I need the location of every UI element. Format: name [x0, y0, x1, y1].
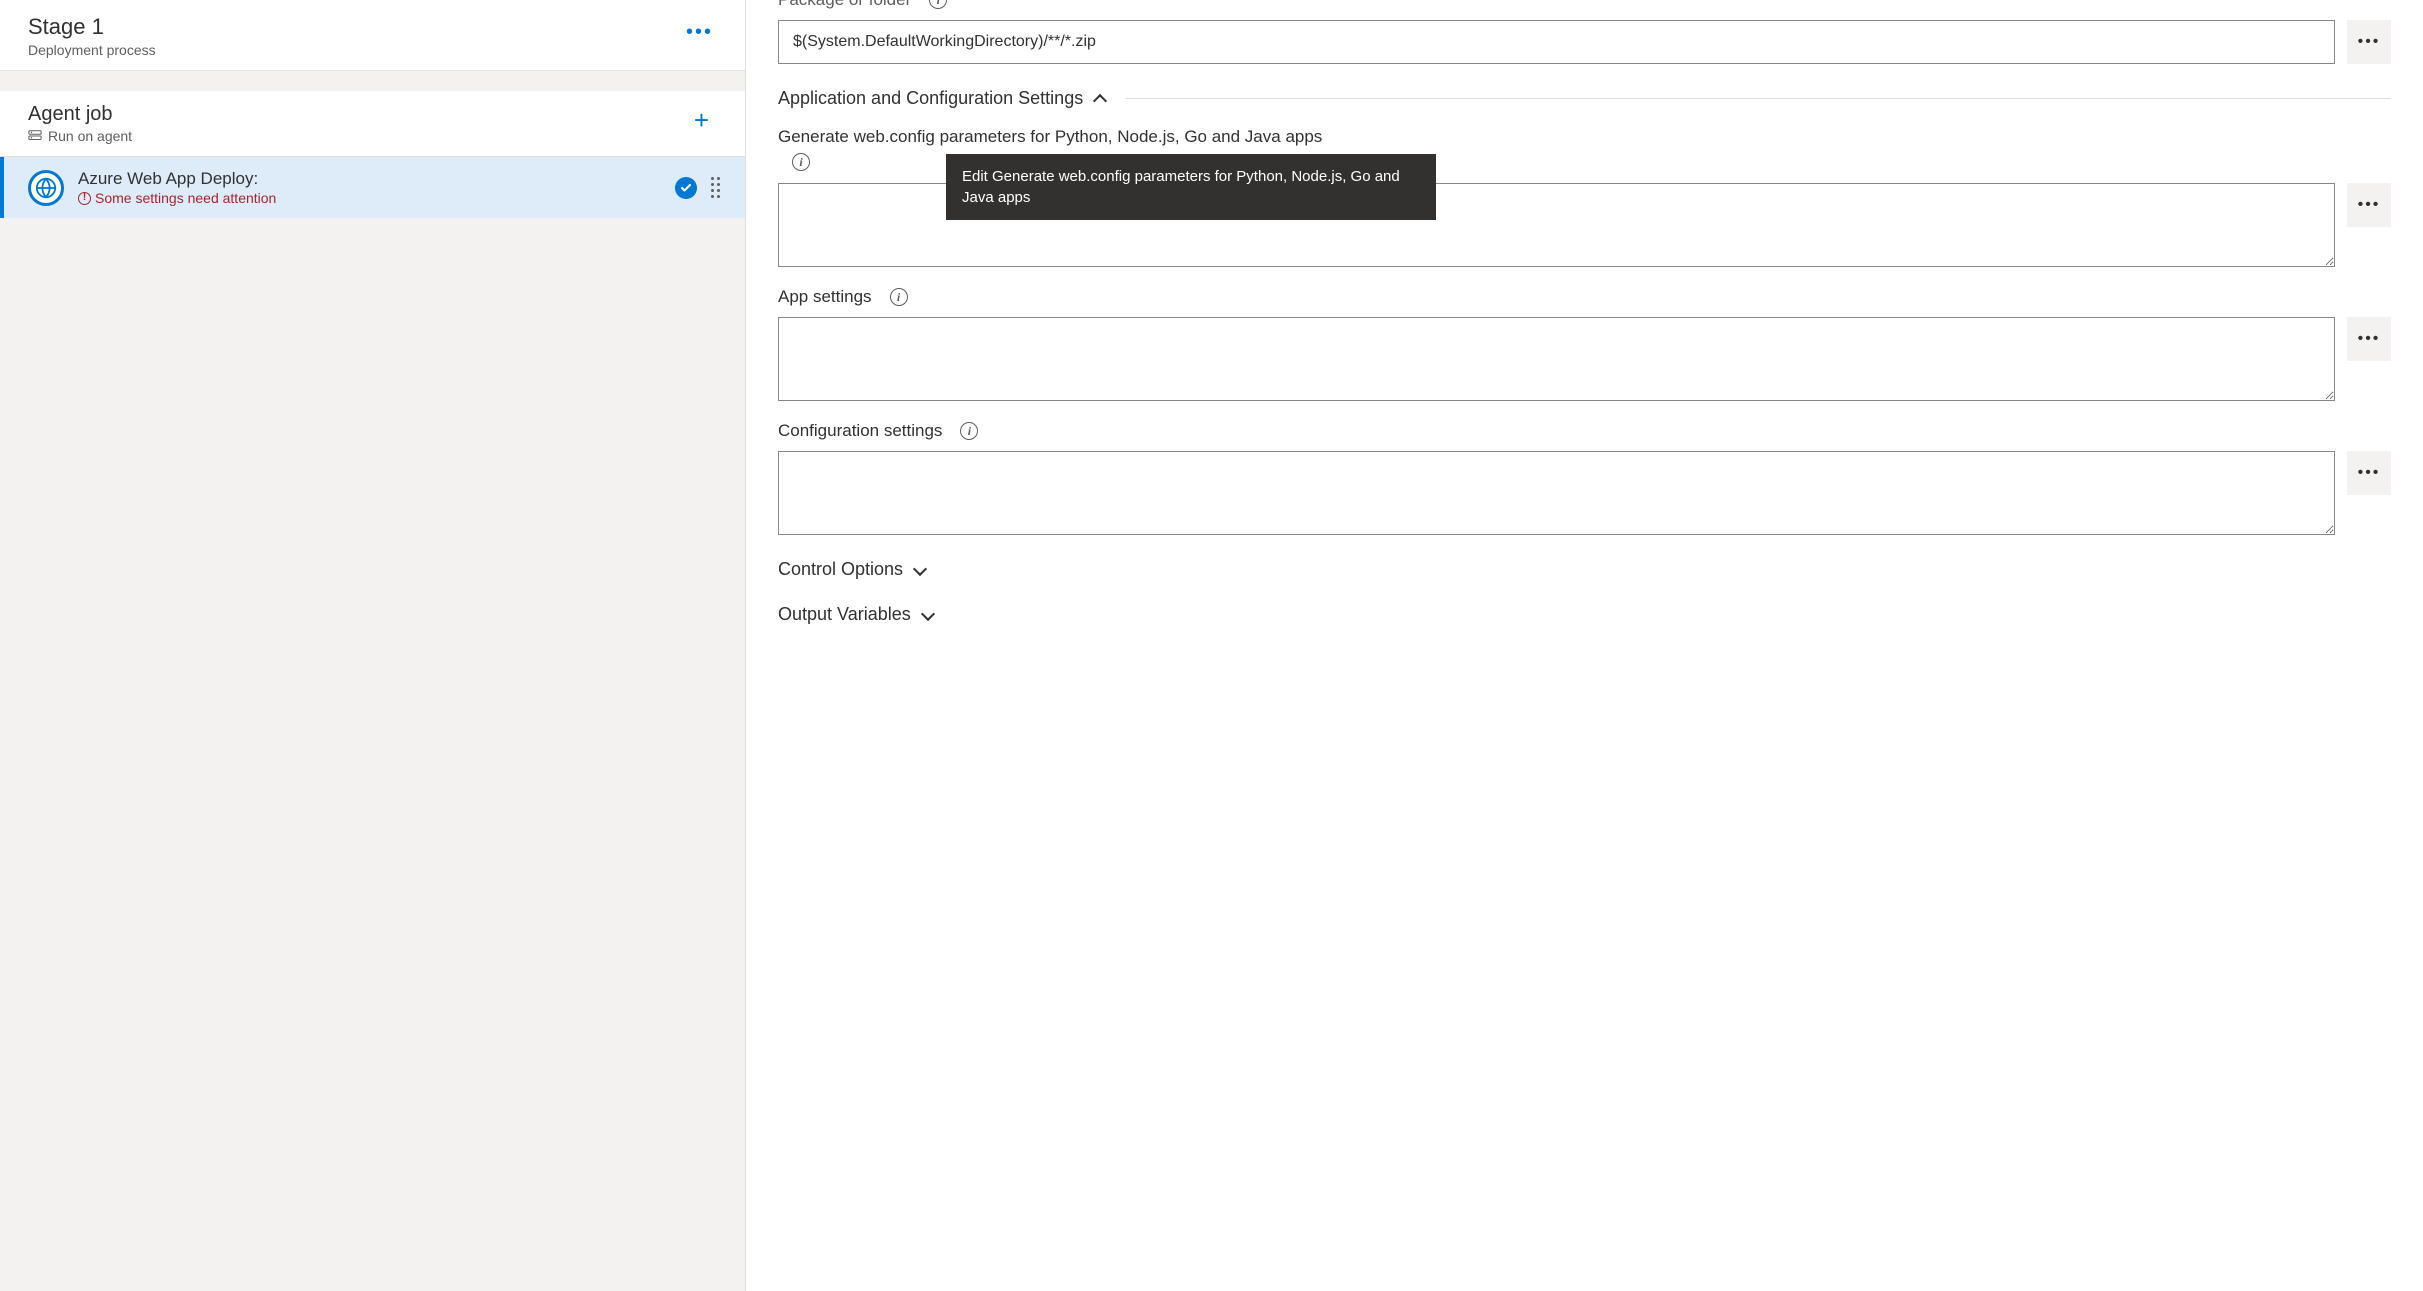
stage-header: Stage 1 Deployment process ••• — [0, 0, 745, 71]
add-task-button[interactable]: + — [686, 103, 717, 137]
config-settings-edit-button[interactable]: ••• — [2347, 451, 2391, 495]
warning-icon: ! — [78, 192, 91, 205]
server-icon — [28, 129, 42, 143]
task-selected-icon — [675, 177, 697, 199]
drag-handle-icon[interactable] — [711, 177, 725, 198]
package-browse-button[interactable]: ••• — [2347, 20, 2391, 64]
chevron-up-icon — [1093, 93, 1107, 107]
info-icon[interactable]: i — [890, 288, 908, 306]
package-folder-input[interactable] — [778, 20, 2335, 64]
package-folder-label: Package or folder i — [778, 0, 2391, 10]
task-warning: ! Some settings need attention — [78, 190, 661, 206]
output-variables-section-header[interactable]: Output Variables — [778, 604, 2391, 625]
app-settings-edit-button[interactable]: ••• — [2347, 317, 2391, 361]
agent-job-row[interactable]: Agent job Run on agent + — [0, 91, 745, 157]
stage-more-menu[interactable]: ••• — [682, 14, 717, 50]
agent-job-subtitle-text: Run on agent — [48, 128, 132, 144]
stage-subtitle: Deployment process — [28, 42, 156, 58]
gen-webconfig-label: Generate web.config parameters for Pytho… — [778, 127, 2391, 147]
info-icon[interactable]: i — [929, 0, 947, 9]
task-item[interactable]: Azure Web App Deploy: ! Some settings ne… — [0, 157, 745, 218]
app-config-section-header[interactable]: Application and Configuration Settings — [778, 88, 2391, 109]
stage-title: Stage 1 — [28, 14, 156, 40]
chevron-down-icon — [921, 606, 935, 620]
config-settings-input[interactable] — [778, 451, 2335, 535]
info-icon[interactable]: i — [792, 153, 810, 171]
control-options-section-header[interactable]: Control Options — [778, 559, 2391, 580]
gen-webconfig-edit-button[interactable]: ••• — [2347, 183, 2391, 227]
left-panel: Stage 1 Deployment process ••• Agent job… — [0, 0, 746, 1291]
task-title: Azure Web App Deploy: — [78, 169, 661, 189]
info-icon[interactable]: i — [960, 422, 978, 440]
right-panel: Package or folder i ••• Application and … — [746, 0, 2423, 1291]
task-warning-text: Some settings need attention — [95, 190, 276, 206]
agent-job-title: Agent job — [28, 103, 132, 126]
app-settings-label: App settings i — [778, 287, 2391, 307]
chevron-down-icon — [913, 561, 927, 575]
agent-job-subtitle: Run on agent — [28, 128, 132, 144]
app-settings-input[interactable] — [778, 317, 2335, 401]
tooltip: Edit Generate web.config parameters for … — [946, 154, 1436, 220]
azure-webapp-icon — [28, 170, 64, 206]
config-settings-label: Configuration settings i — [778, 421, 2391, 441]
